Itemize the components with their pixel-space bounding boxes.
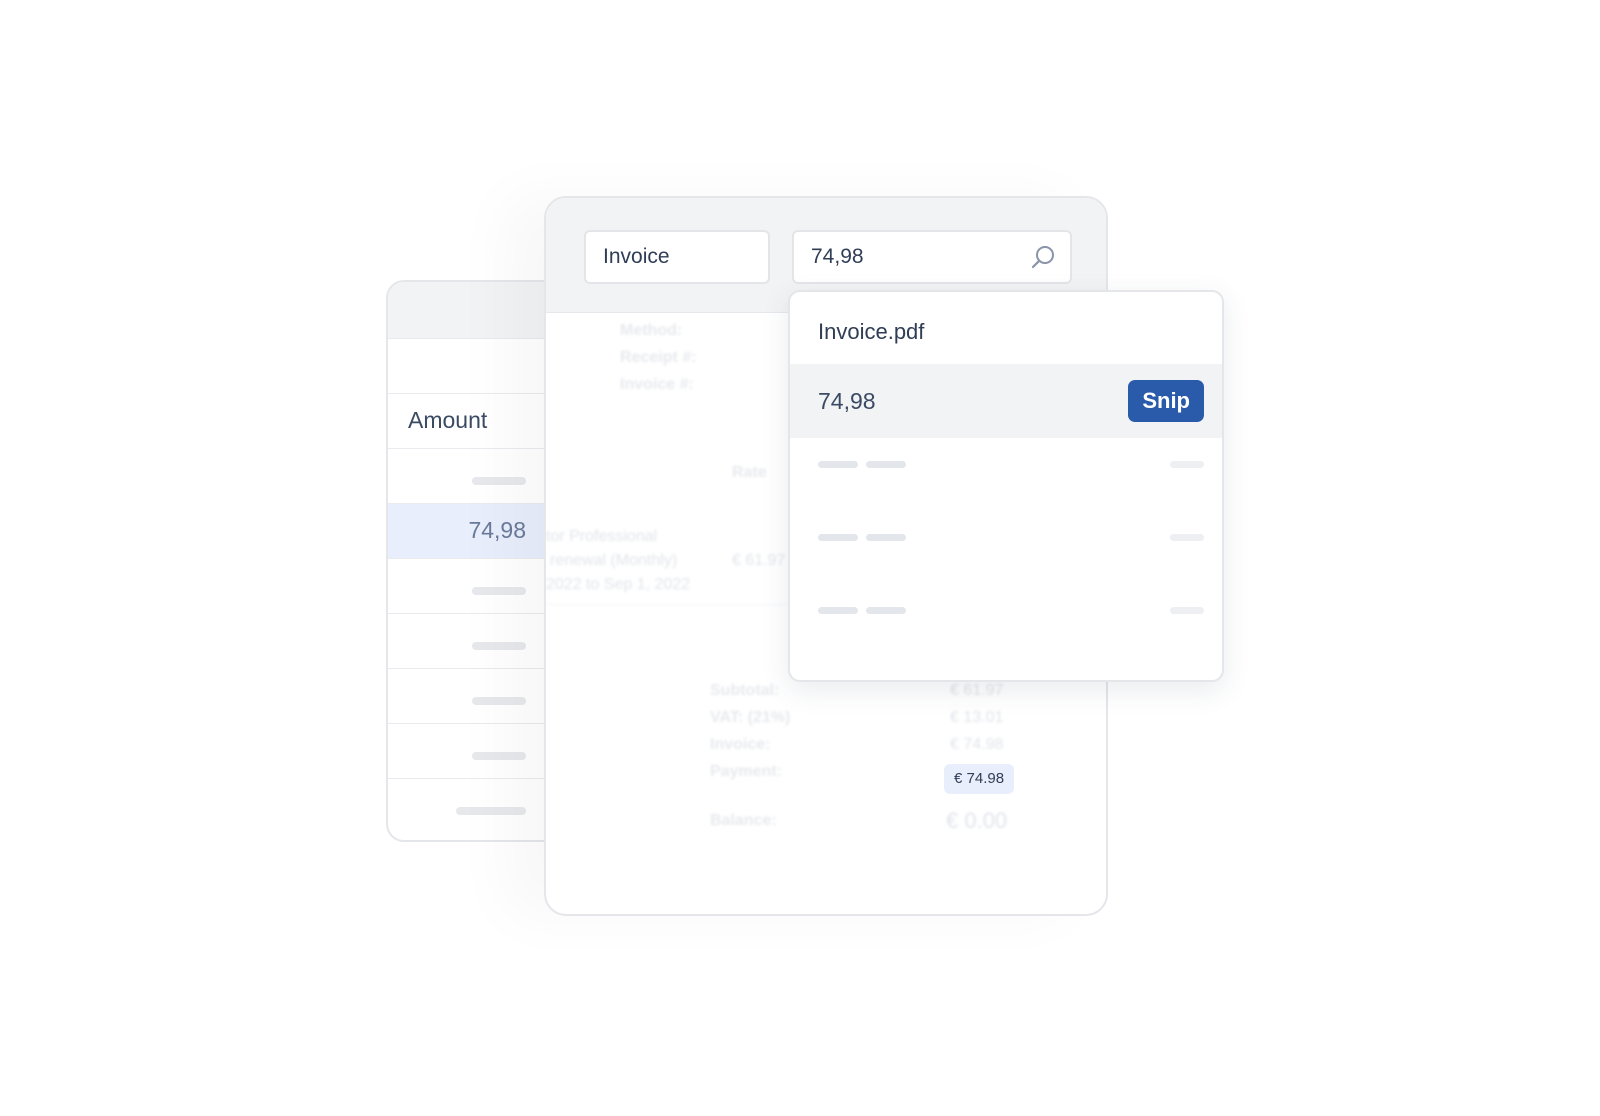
balance-label: Balance: — [710, 812, 777, 829]
payment-value-highlight[interactable]: € 74.98 — [944, 764, 1015, 794]
item-line: tor Professional — [546, 528, 658, 545]
search-icon[interactable] — [1030, 244, 1056, 270]
result-file-name[interactable]: Invoice.pdf — [818, 319, 924, 345]
match-value: 74,98 — [818, 388, 876, 414]
placeholder-segment — [1170, 534, 1204, 541]
placeholder-value — [472, 587, 526, 595]
placeholder-value — [472, 697, 526, 705]
placeholder-segment — [866, 534, 906, 541]
placeholder-value — [456, 807, 526, 815]
total-label: Payment: — [710, 763, 783, 780]
item-amount: € 61.97 — [732, 552, 786, 569]
meta-label: Receipt #: — [620, 349, 697, 366]
balance-value: € 0.00 — [946, 808, 1008, 833]
total-label: Subtotal: — [710, 682, 780, 699]
placeholder-value — [472, 752, 526, 760]
result-placeholder-row[interactable] — [818, 534, 1204, 542]
placeholder-segment — [818, 534, 858, 541]
placeholder-segment — [866, 461, 906, 468]
amount-column-label: Amount — [408, 407, 488, 433]
result-placeholder-row[interactable] — [818, 607, 1204, 615]
total-label: VAT: (21%) — [710, 709, 791, 726]
total-label: Invoice: — [710, 736, 771, 753]
placeholder-segment — [1170, 461, 1204, 468]
placeholder-segment — [818, 607, 858, 614]
document-type-field[interactable]: Invoice — [584, 230, 770, 284]
total-value: € 61.97 — [950, 682, 1004, 699]
placeholder-segment — [866, 607, 906, 614]
placeholder-value — [472, 477, 526, 485]
amount-cell: 74,98 — [468, 517, 526, 543]
result-match-row[interactable]: 74,98 Snip — [790, 364, 1222, 438]
placeholder-value — [472, 642, 526, 650]
total-value: € 74.98 — [950, 736, 1004, 753]
search-results-dropdown: Invoice.pdf 74,98 Snip — [788, 290, 1224, 682]
amount-search-value: 74,98 — [811, 245, 864, 268]
meta-label: Method: — [620, 322, 683, 339]
rate-header: Rate — [732, 464, 767, 481]
meta-label: Invoice #: — [620, 376, 694, 393]
placeholder-segment — [818, 461, 858, 468]
amount-search-input[interactable]: 74,98 — [792, 230, 1072, 284]
item-line: renewal (Monthly) — [550, 552, 678, 569]
total-value: € 13.01 — [950, 709, 1004, 726]
placeholder-segment — [1170, 607, 1204, 614]
item-line: 2022 to Sep 1, 2022 — [546, 576, 691, 593]
snip-button[interactable]: Snip — [1128, 380, 1204, 422]
result-placeholder-row[interactable] — [818, 461, 1204, 469]
